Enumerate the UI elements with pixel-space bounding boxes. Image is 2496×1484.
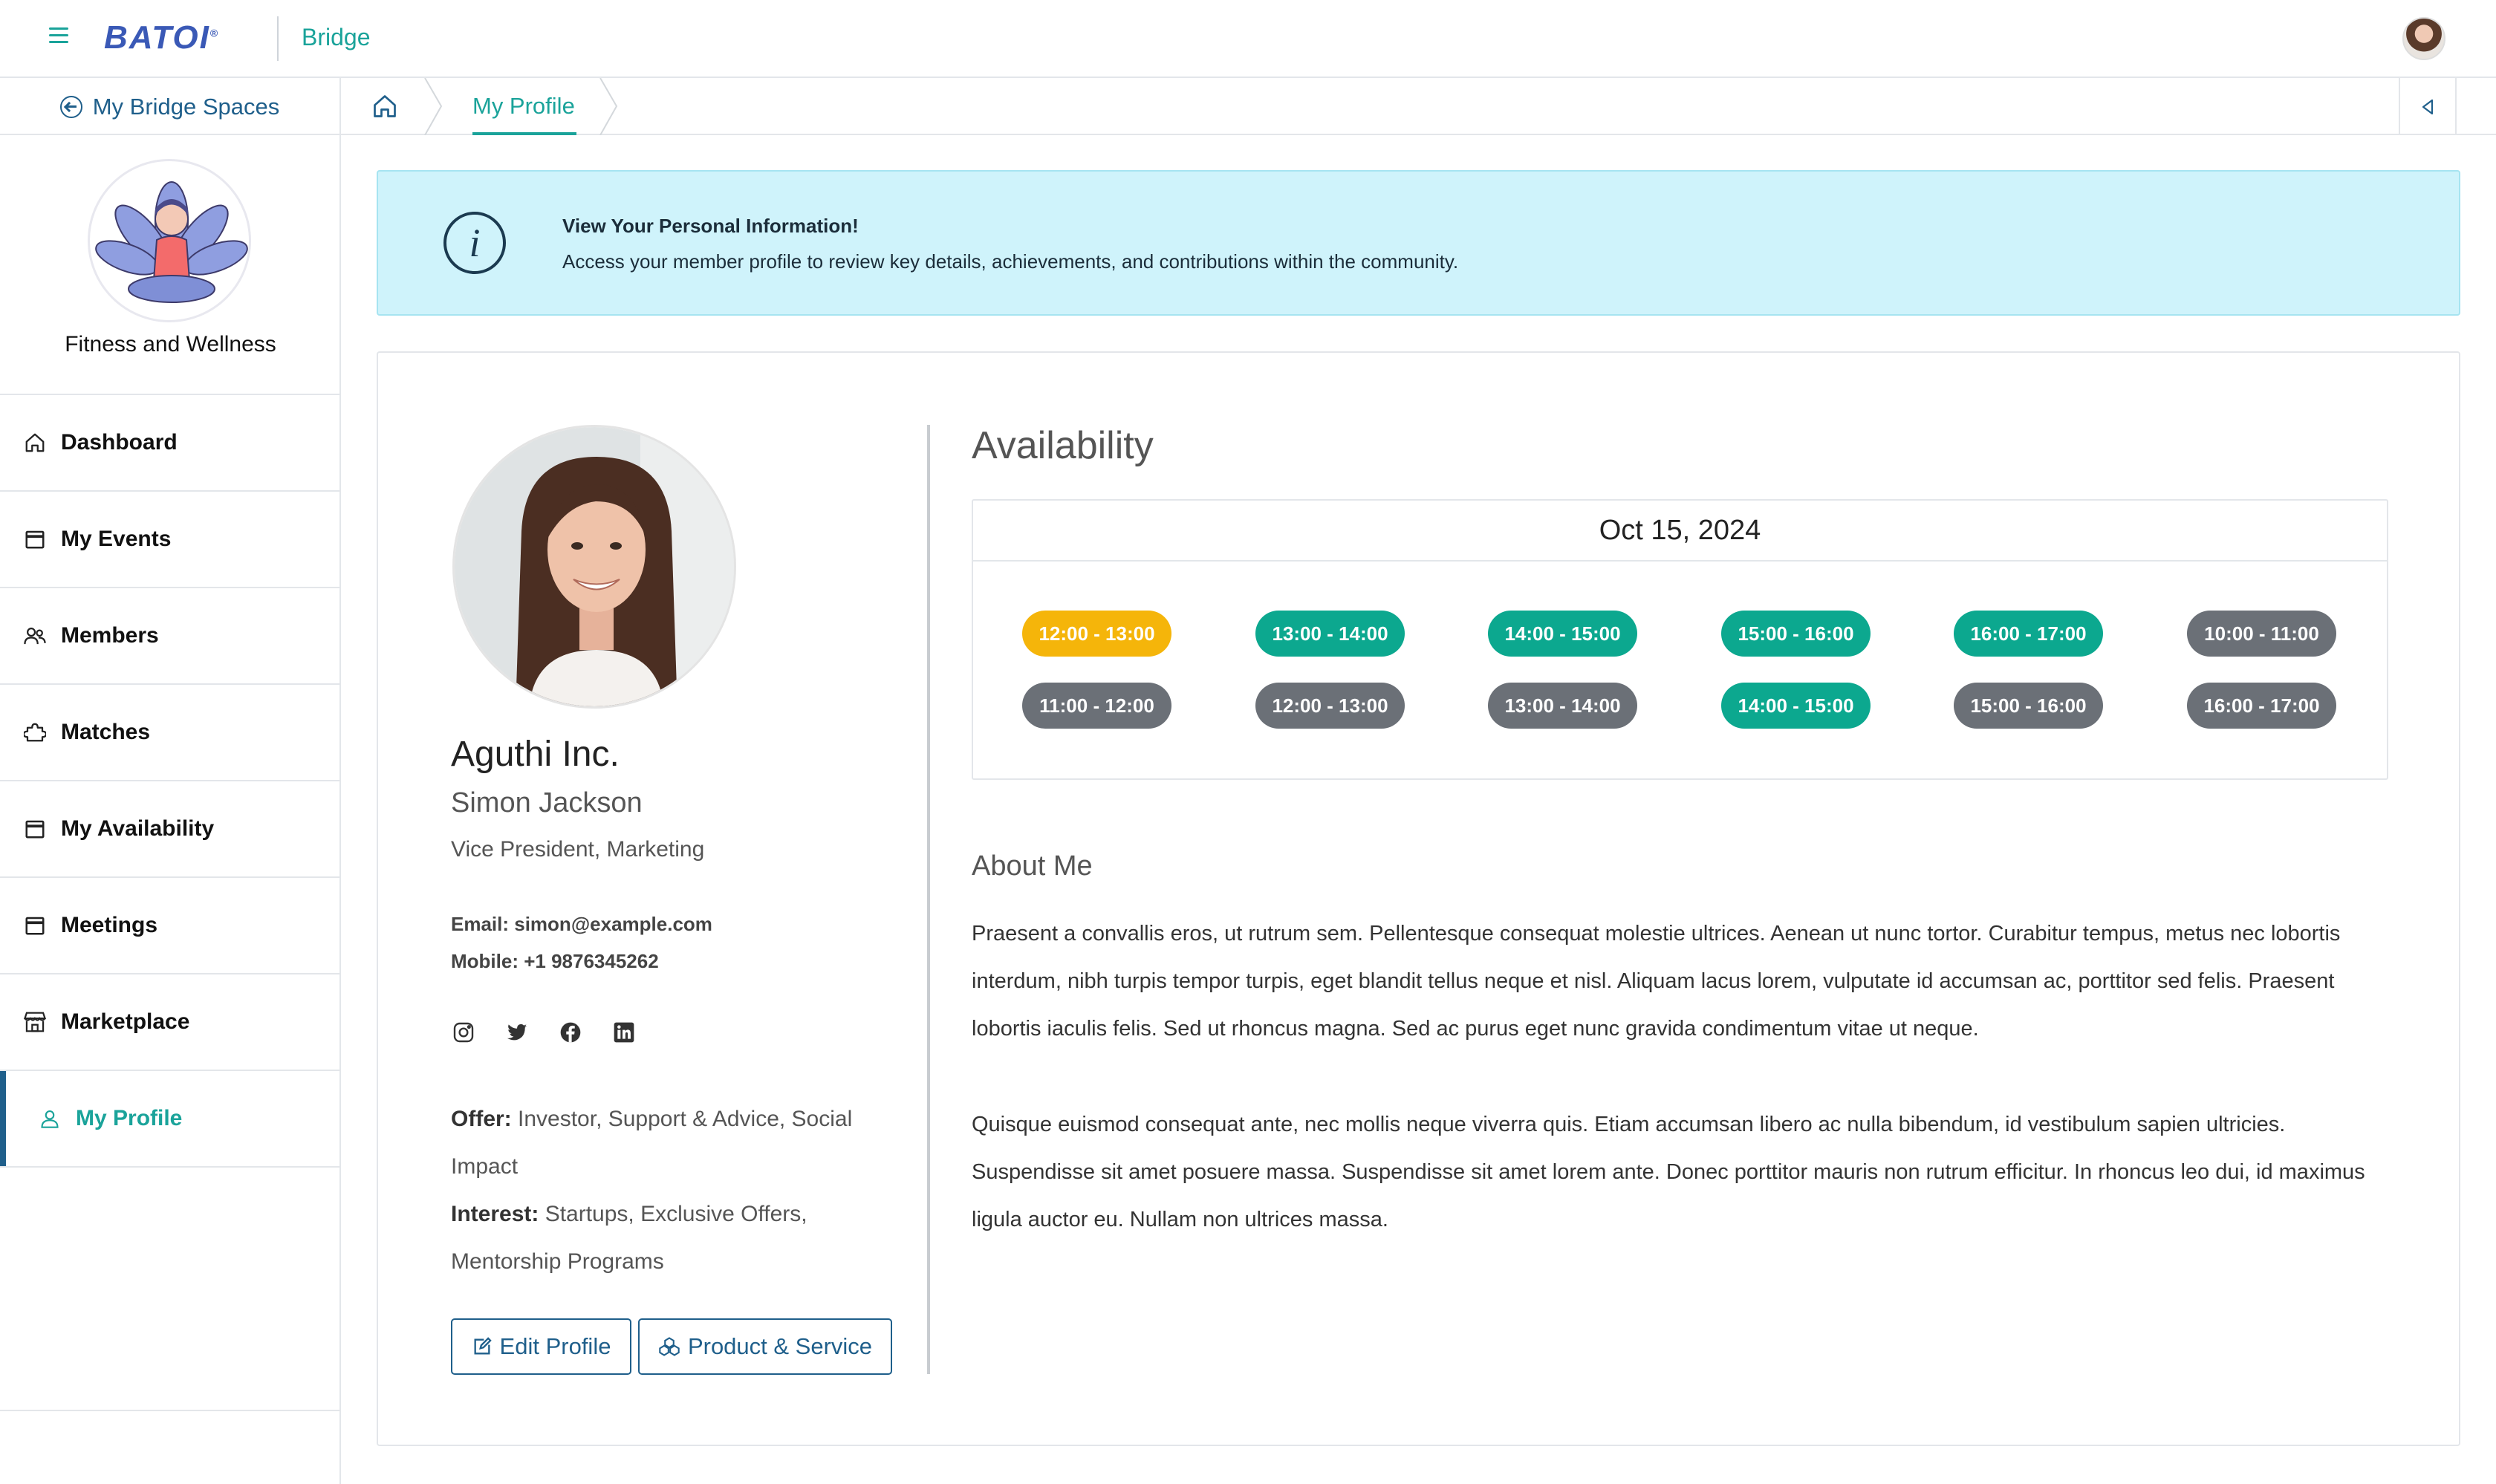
time-slot-available[interactable]: 15:00 - 16:00 (1721, 611, 1871, 657)
back-label: My Bridge Spaces (92, 93, 280, 120)
breadcrumb-current[interactable]: My Profile (472, 93, 575, 120)
offer-label: Offer: (451, 1107, 512, 1131)
time-slot-unavailable[interactable]: 15:00 - 16:00 (1954, 683, 2103, 729)
about-paragraph: Praesent a convallis eros, ut rutrum sem… (972, 922, 2341, 1041)
calendar-icon (22, 816, 48, 842)
profile-card: Aguthi Inc. Simon Jackson Vice President… (377, 351, 2460, 1446)
about-me-title: About Me (972, 850, 1093, 882)
about-paragraph: Quisque euismod consequat ante, nec moll… (972, 1113, 2365, 1231)
time-slot-unavailable[interactable]: 12:00 - 13:00 (1255, 683, 1405, 729)
space-logo (88, 159, 251, 322)
breadcrumb-separator (423, 77, 453, 136)
profile-summary: Aguthi Inc. Simon Jackson Vice President… (378, 353, 928, 1445)
banner-title: View Your Personal Information! (562, 215, 859, 237)
product-service-button[interactable]: Product & Service (638, 1318, 892, 1375)
info-banner: i View Your Personal Information! Access… (377, 170, 2460, 316)
profile-name: Simon Jackson (451, 787, 643, 819)
store-icon (22, 1009, 48, 1035)
profile-job-title: Vice President, Marketing (451, 837, 705, 862)
top-bar: BATOI® Bridge (0, 0, 2496, 78)
breadcrumb-active-underline (472, 132, 576, 135)
sidebar-item-matches[interactable]: Matches (0, 685, 341, 781)
time-slot-unavailable[interactable]: 11:00 - 12:00 (1022, 683, 1171, 729)
sidebar-item-label: Dashboard (61, 430, 178, 455)
availability-date: Oct 15, 2024 (973, 501, 2387, 562)
edit-profile-label: Edit Profile (499, 1333, 611, 1359)
sidebar-item-label: Meetings (61, 913, 158, 937)
breadcrumb-home-icon[interactable] (371, 93, 406, 123)
sidebar-item-label: My Events (61, 527, 172, 551)
instagram-icon[interactable] (451, 1020, 476, 1045)
app-name: Bridge (302, 24, 371, 51)
brand-logo[interactable]: BATOI® (104, 19, 219, 56)
home-icon (22, 430, 48, 455)
sidebar-item-my-availability[interactable]: My Availability (0, 781, 341, 878)
sidebar: Fitness and Wellness Dashboard My Events… (0, 135, 341, 1484)
facebook-icon[interactable] (558, 1020, 583, 1045)
sidebar-item-label: Members (61, 623, 159, 648)
banner-text: Access your member profile to review key… (562, 250, 1459, 273)
boxes-icon (659, 1337, 680, 1356)
sidebar-item-my-events[interactable]: My Events (0, 492, 341, 588)
time-slot-available[interactable]: 14:00 - 15:00 (1721, 683, 1871, 729)
collapse-panel-button[interactable] (2399, 78, 2457, 135)
logo-text: BATOI (104, 19, 210, 56)
sidebar-bottom-divider (0, 1410, 341, 1411)
sidebar-item-dashboard[interactable]: Dashboard (0, 395, 341, 492)
info-icon: i (443, 212, 506, 274)
calendar-icon (22, 527, 48, 552)
offer-value: Investor, Support & Advice, Social Impac… (451, 1107, 853, 1179)
sidebar-item-meetings[interactable]: Meetings (0, 878, 341, 974)
breadcrumb-bar: My Bridge Spaces My Profile (0, 77, 2496, 136)
social-links (451, 1020, 637, 1045)
time-slot-selected[interactable]: 12:00 - 13:00 (1022, 611, 1171, 657)
linkedin-icon[interactable] (611, 1020, 637, 1045)
time-slot-available[interactable]: 16:00 - 17:00 (1954, 611, 2103, 657)
logo-divider (277, 16, 279, 61)
time-slot-unavailable[interactable]: 13:00 - 14:00 (1488, 683, 1637, 729)
sidebar-item-label: Marketplace (61, 1009, 190, 1034)
availability-title: Availability (972, 424, 1154, 467)
users-icon (22, 623, 48, 648)
back-to-spaces-link[interactable]: My Bridge Spaces (0, 78, 341, 135)
sidebar-item-members[interactable]: Members (0, 588, 341, 685)
time-slot-unavailable[interactable]: 16:00 - 17:00 (2187, 683, 2336, 729)
availability-panel: Oct 15, 2024 12:00 - 13:00 13:00 - 14:00 1… (972, 499, 2388, 780)
time-slot-available[interactable]: 14:00 - 15:00 (1488, 611, 1637, 657)
profile-mobile: Mobile: +1 9876345262 (451, 950, 659, 972)
sidebar-item-marketplace[interactable]: Marketplace (0, 974, 341, 1071)
user-icon (37, 1106, 62, 1131)
sidebar-item-label: Matches (61, 720, 151, 744)
edit-icon (474, 1337, 492, 1355)
edit-profile-button[interactable]: Edit Profile (451, 1318, 631, 1375)
calendar-icon (22, 913, 48, 938)
profile-email: Email: simon@example.com (451, 913, 712, 935)
profile-photo (452, 425, 736, 709)
product-service-label: Product & Service (687, 1333, 873, 1359)
space-name: Fitness and Wellness (65, 332, 276, 357)
sidebar-item-label: My Profile (76, 1106, 183, 1130)
sidebar-item-my-profile[interactable]: My Profile (0, 1071, 341, 1168)
time-slot-unavailable[interactable]: 10:00 - 11:00 (2187, 611, 2336, 657)
twitter-icon[interactable] (504, 1020, 530, 1045)
sidebar-nav: Dashboard My Events Members Matches My A… (0, 394, 341, 1168)
time-slot-available[interactable]: 13:00 - 14:00 (1255, 611, 1405, 657)
arrow-left-circle-icon (59, 95, 82, 118)
profile-offer: Offer: Investor, Support & Advice, Socia… (451, 1096, 889, 1191)
breadcrumb-separator (599, 77, 628, 136)
user-avatar[interactable] (2402, 17, 2445, 60)
puzzle-icon (22, 720, 48, 745)
sidebar-item-label: My Availability (61, 816, 215, 841)
menu-icon[interactable] (49, 27, 68, 44)
interest-label: Interest: (451, 1202, 539, 1226)
caret-left-icon (2422, 99, 2434, 114)
profile-interest: Interest: Startups, Exclusive Offers, Me… (451, 1191, 889, 1286)
profile-company: Aguthi Inc. (451, 735, 620, 774)
column-divider (927, 425, 930, 1374)
